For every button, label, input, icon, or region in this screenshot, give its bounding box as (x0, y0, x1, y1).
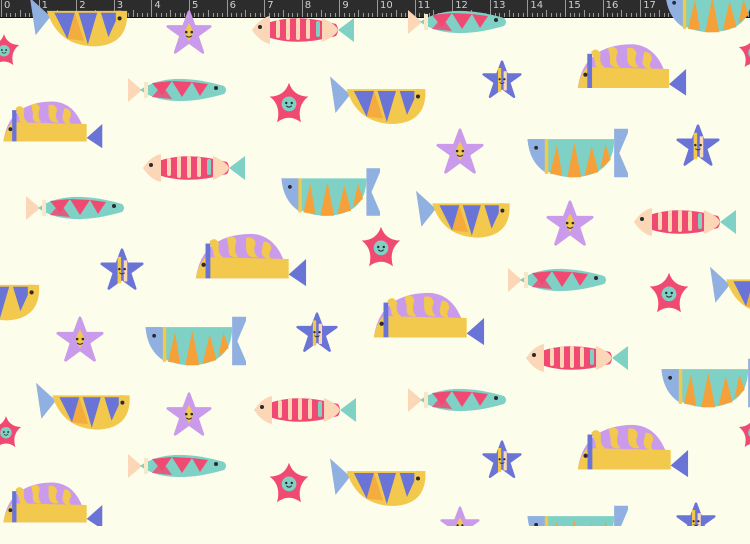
fish-motif (634, 208, 736, 236)
starfish-motif (100, 248, 144, 290)
fish-motif (527, 128, 628, 178)
starfish-motif (676, 124, 720, 166)
starfish-motif (0, 415, 22, 448)
fish-motif (710, 266, 750, 314)
fish-motif (577, 424, 689, 478)
starfish-motif (361, 226, 401, 267)
fish-motif (26, 196, 124, 220)
starfish-motif (296, 312, 338, 352)
fish-motif (3, 482, 103, 526)
fish-row-2 (3, 44, 687, 178)
fish-motif (661, 358, 750, 408)
starfish-motif (56, 316, 104, 362)
fish-motif (416, 190, 510, 238)
fish-motif (128, 78, 226, 102)
fish-motif (526, 344, 628, 372)
fish-motif (373, 292, 485, 346)
starfish-motif (436, 128, 484, 174)
starfish-motif (738, 415, 750, 448)
fish-motif (330, 76, 426, 124)
starfish-motif (166, 10, 212, 54)
fish-row-3 (26, 154, 736, 238)
fish-motif (252, 16, 354, 44)
starfish-motif (269, 82, 309, 123)
fish-motif (143, 154, 245, 182)
fish-motif (3, 101, 103, 149)
starfish-motif (482, 440, 522, 478)
starfish-motif (649, 272, 689, 313)
starfish-motif (269, 462, 309, 503)
starfish-motif (546, 200, 594, 246)
starfish-motif (0, 33, 20, 66)
fish-row-1 (30, 0, 750, 47)
starfish-motif (482, 60, 522, 99)
fish-motif (281, 168, 380, 216)
fish-motif (527, 505, 628, 526)
fish-motif (36, 382, 130, 430)
fish-motif (30, 0, 128, 47)
fish-motif (128, 454, 226, 478)
fish-motif (330, 458, 426, 506)
fish-motif (0, 271, 40, 321)
pattern-canvas (0, 0, 750, 526)
fish-motif (577, 44, 687, 96)
fish-row-5 (36, 344, 750, 478)
fish-motif (508, 268, 606, 292)
fish-motif (665, 0, 750, 33)
starfish-motif (676, 502, 716, 526)
fish-motif (145, 316, 246, 366)
starfish-motif (166, 392, 212, 436)
starfish-motif (440, 506, 480, 526)
fish-motif (408, 388, 506, 412)
fish-motif (195, 233, 307, 287)
fish-row-6 (3, 454, 628, 526)
fish-motif (254, 396, 356, 424)
star-row-3 (100, 200, 594, 290)
fish-motif (408, 10, 506, 34)
starfish-motif (738, 35, 750, 68)
